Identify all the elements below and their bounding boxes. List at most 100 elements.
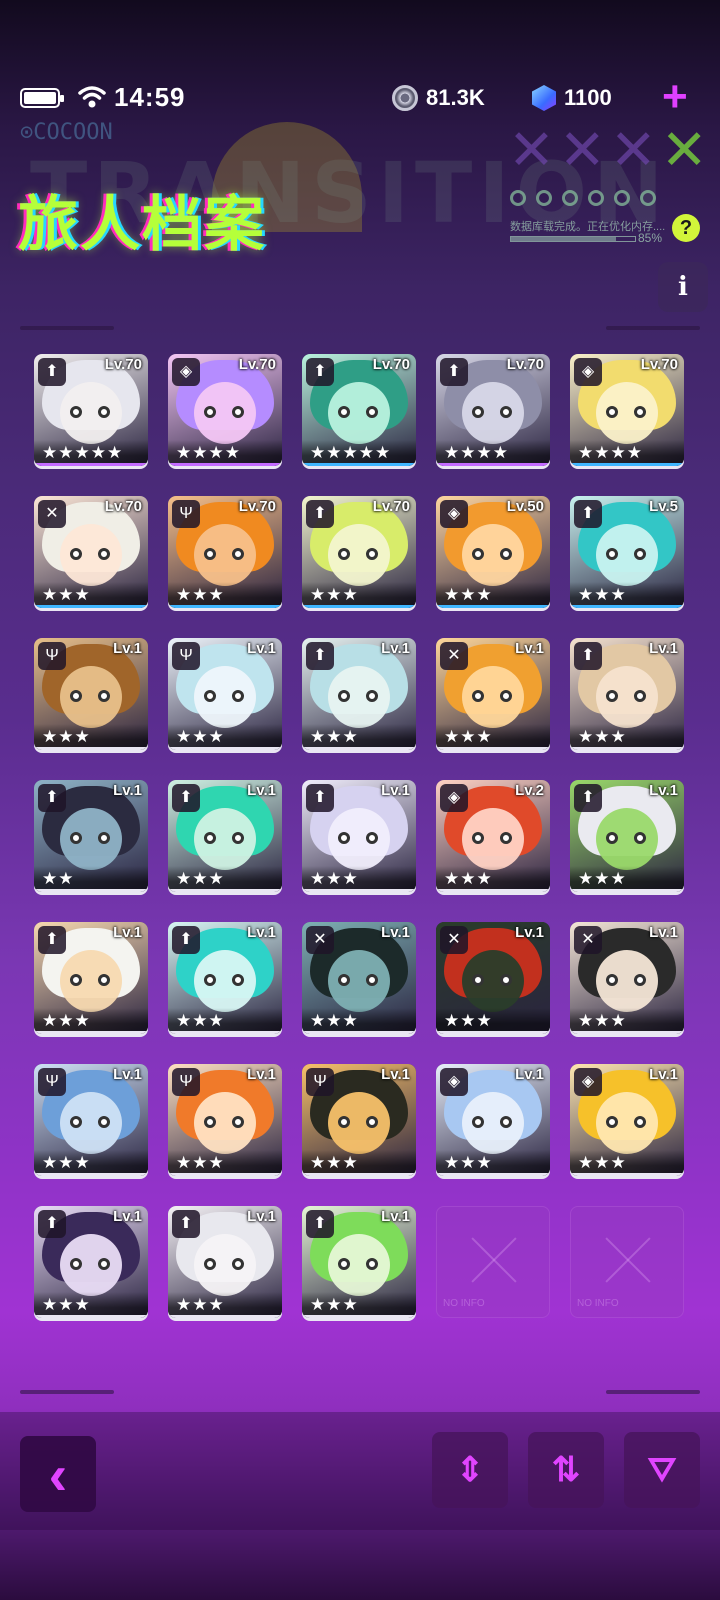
class-icon: ⬆ bbox=[306, 784, 334, 812]
level-label: Lv.1 bbox=[515, 640, 544, 657]
character-card[interactable]: ⬆ Lv.70 ★★★★★ bbox=[34, 354, 148, 466]
no-info-label: NO INFO bbox=[443, 1298, 485, 1309]
info-button[interactable]: i bbox=[658, 262, 708, 312]
level-label: Lv.1 bbox=[381, 1208, 410, 1225]
class-icon: Ψ bbox=[38, 642, 66, 670]
character-card[interactable]: ⬆ Lv.1 ★★★ bbox=[570, 780, 684, 892]
level-label: Lv.1 bbox=[649, 640, 678, 657]
class-icon: ◈ bbox=[440, 784, 468, 812]
character-card[interactable]: Ψ Lv.1 ★★★ bbox=[34, 1064, 148, 1176]
class-icon: ◈ bbox=[440, 500, 468, 528]
status-bar: 14:59 81.3K 1100 + bbox=[0, 75, 720, 119]
character-card[interactable]: ⬆ Lv.1 ★★★ bbox=[168, 780, 282, 892]
character-card[interactable]: ⬆ Lv.1 ★★★ bbox=[34, 922, 148, 1034]
character-card[interactable]: Ψ Lv.1 ★★★ bbox=[34, 638, 148, 750]
character-card[interactable]: ⬆ Lv.1 ★★★ bbox=[302, 638, 416, 750]
empty-x-icon bbox=[469, 1235, 519, 1285]
class-icon: ⬆ bbox=[574, 784, 602, 812]
class-icon: Ψ bbox=[172, 500, 200, 528]
level-label: Lv.2 bbox=[515, 782, 544, 799]
level-label: Lv.1 bbox=[649, 1066, 678, 1083]
coin-counter[interactable]: 81.3K bbox=[392, 84, 485, 112]
class-icon: Ψ bbox=[306, 1068, 334, 1096]
level-label: Lv.1 bbox=[247, 640, 276, 657]
class-icon: Ψ bbox=[38, 1068, 66, 1096]
level-label: Lv.5 bbox=[649, 498, 678, 515]
character-card[interactable]: Ψ Lv.1 ★★★ bbox=[168, 1064, 282, 1176]
character-card[interactable]: Ψ Lv.70 ★★★ bbox=[168, 496, 282, 608]
class-icon: ⬆ bbox=[306, 500, 334, 528]
help-button[interactable]: ? bbox=[672, 214, 700, 242]
class-icon: ⬆ bbox=[306, 358, 334, 386]
character-card[interactable]: ✕ Lv.1 ★★★ bbox=[302, 922, 416, 1034]
character-grid: ⬆ Lv.70 ★★★★★ ◈ Lv.70 ★★★★ ⬆ Lv.70 ★★★★★ bbox=[34, 354, 694, 1318]
level-label: Lv.50 bbox=[506, 498, 544, 515]
character-card[interactable]: ✕ Lv.70 ★★★ bbox=[34, 496, 148, 608]
gem-counter[interactable]: 1100 bbox=[532, 84, 612, 112]
character-card[interactable]: Ψ Lv.1 ★★★ bbox=[302, 1064, 416, 1176]
level-label: Lv.70 bbox=[238, 498, 276, 515]
level-label: Lv.1 bbox=[113, 640, 142, 657]
level-label: Lv.1 bbox=[113, 924, 142, 941]
level-label: Lv.70 bbox=[506, 356, 544, 373]
character-card[interactable]: ◈ Lv.2 ★★★ bbox=[436, 780, 550, 892]
empty-x-icon bbox=[603, 1235, 653, 1285]
character-card[interactable]: ⬆ Lv.1 ★★★ bbox=[168, 1206, 282, 1318]
filter-button[interactable]: ⛛ bbox=[624, 1432, 700, 1508]
class-icon: ◈ bbox=[440, 1068, 468, 1096]
class-icon: ⬆ bbox=[306, 642, 334, 670]
clock: 14:59 bbox=[114, 82, 186, 112]
level-label: Lv.1 bbox=[515, 924, 544, 941]
character-card[interactable]: ⬆ Lv.1 ★★ bbox=[34, 780, 148, 892]
character-card[interactable]: ⬆ Lv.70 ★★★★ bbox=[436, 354, 550, 466]
level-label: Lv.1 bbox=[113, 1208, 142, 1225]
class-icon: ⬆ bbox=[38, 784, 66, 812]
bottom-bar: ‹ ⇕ ⇅ ⛛ bbox=[0, 1412, 720, 1530]
character-card[interactable]: ⬆ Lv.70 ★★★★★ bbox=[302, 354, 416, 466]
gem-amount: 1100 bbox=[564, 85, 612, 110]
class-icon: ◈ bbox=[172, 358, 200, 386]
progress-bar bbox=[510, 236, 636, 242]
character-card[interactable]: ⬆ Lv.1 ★★★ bbox=[168, 922, 282, 1034]
level-label: Lv.1 bbox=[247, 924, 276, 941]
character-card[interactable]: ◈ Lv.70 ★★★★ bbox=[570, 354, 684, 466]
character-card[interactable]: ⬆ Lv.1 ★★★ bbox=[302, 780, 416, 892]
class-icon: ✕ bbox=[38, 500, 66, 528]
character-card[interactable]: ◈ Lv.50 ★★★ bbox=[436, 496, 550, 608]
class-icon: ✕ bbox=[440, 926, 468, 954]
level-label: Lv.1 bbox=[515, 1066, 544, 1083]
character-card[interactable]: ◈ Lv.1 ★★★ bbox=[436, 1064, 550, 1176]
character-card[interactable]: ✕ Lv.1 ★★★ bbox=[570, 922, 684, 1034]
add-currency-button[interactable]: + bbox=[662, 75, 688, 119]
level-label: Lv.70 bbox=[104, 498, 142, 515]
level-label: Lv.1 bbox=[381, 782, 410, 799]
empty-slot: NO INFO bbox=[436, 1206, 550, 1318]
class-icon: ⬆ bbox=[38, 358, 66, 386]
class-icon: ✕ bbox=[306, 926, 334, 954]
class-icon: ✕ bbox=[574, 926, 602, 954]
class-icon: ⬆ bbox=[440, 358, 468, 386]
character-card[interactable]: ⬆ Lv.1 ★★★ bbox=[34, 1206, 148, 1318]
character-card[interactable]: Ψ Lv.1 ★★★ bbox=[168, 638, 282, 750]
character-card[interactable]: ◈ Lv.1 ★★★ bbox=[570, 1064, 684, 1176]
coin-amount: 81.3K bbox=[426, 85, 485, 110]
sort-order-button[interactable]: ⇕ bbox=[432, 1432, 508, 1508]
character-card[interactable]: ◈ Lv.70 ★★★★ bbox=[168, 354, 282, 466]
character-card[interactable]: ✕ Lv.1 ★★★ bbox=[436, 638, 550, 750]
level-label: Lv.1 bbox=[113, 782, 142, 799]
progress-percent: 85% bbox=[638, 231, 663, 245]
coin-icon bbox=[392, 85, 418, 111]
sort-swap-button[interactable]: ⇅ bbox=[528, 1432, 604, 1508]
divider-right-top bbox=[606, 326, 700, 330]
level-label: Lv.1 bbox=[649, 782, 678, 799]
character-card[interactable]: ✕ Lv.1 ★★★ bbox=[436, 922, 550, 1034]
level-label: Lv.1 bbox=[247, 1208, 276, 1225]
class-icon: ⬆ bbox=[38, 926, 66, 954]
header-banner: ⊙COCOON TRANSITION 旅人档案 ✕✕✕✕ 数据库载完成。正在优化… bbox=[0, 118, 720, 258]
back-button[interactable]: ‹ bbox=[20, 1436, 96, 1512]
character-card[interactable]: ⬆ Lv.70 ★★★ bbox=[302, 496, 416, 608]
class-icon: ⬆ bbox=[574, 642, 602, 670]
character-card[interactable]: ⬆ Lv.1 ★★★ bbox=[302, 1206, 416, 1318]
character-card[interactable]: ⬆ Lv.5 ★★★ bbox=[570, 496, 684, 608]
character-card[interactable]: ⬆ Lv.1 ★★★ bbox=[570, 638, 684, 750]
